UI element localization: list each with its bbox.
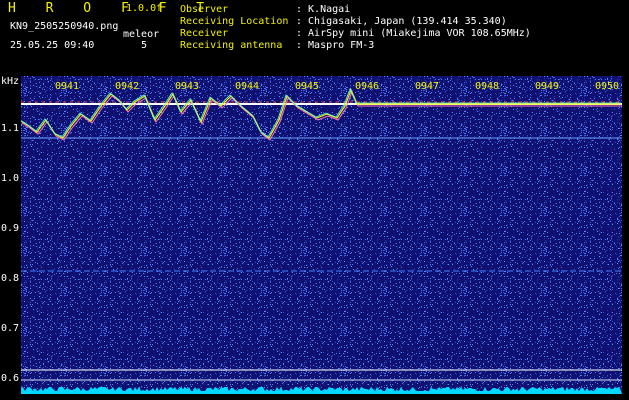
x-tick: 0942 xyxy=(115,81,140,92)
y-tick: 0.6 xyxy=(1,373,20,384)
y-tick: 0.8 xyxy=(1,273,20,284)
mode-value: 5 xyxy=(141,40,148,51)
info-value-receiver: : AirSpy mini (Miakejima VOR 108.65MHz) xyxy=(296,28,531,39)
noise-texture xyxy=(21,76,622,394)
filename: KN9_2505250940.png xyxy=(10,21,119,32)
info-label-location: Receiving Location xyxy=(180,16,289,27)
x-tick: 0945 xyxy=(295,81,320,92)
x-tick: 0943 xyxy=(175,81,200,92)
version-label: 1.0.0f xyxy=(126,3,163,14)
y-axis: kHz 1.1 1.0 0.9 0.8 0.7 0.6 xyxy=(0,76,21,400)
x-tick: 0949 xyxy=(535,81,560,92)
info-label-antenna: Receiving antenna xyxy=(180,40,283,51)
x-tick: 0944 xyxy=(235,81,260,92)
spectrogram-image xyxy=(21,76,622,394)
x-tick: 0950 xyxy=(595,81,620,92)
x-tick: 0947 xyxy=(415,81,440,92)
info-value-antenna: : Maspro FM-3 xyxy=(296,40,375,51)
x-tick: 0948 xyxy=(475,81,500,92)
info-value-observer: : K.Nagai xyxy=(296,4,351,15)
y-tick: 0.7 xyxy=(1,323,20,334)
info-label-observer: Observer xyxy=(180,4,229,15)
info-label-receiver: Receiver xyxy=(180,28,229,39)
y-tick: 1.0 xyxy=(1,173,20,184)
x-tick: 0941 xyxy=(55,81,80,92)
y-tick: 0.9 xyxy=(1,223,20,234)
y-unit-label: kHz xyxy=(1,76,20,87)
x-tick: 0946 xyxy=(355,81,380,92)
y-tick: 1.1 xyxy=(1,123,20,134)
datetime: 25.05.25 09:40 xyxy=(10,40,95,51)
spectrogram-panel xyxy=(21,76,622,394)
info-value-location: : Chigasaki, Japan (139.414 35.340) xyxy=(296,16,507,27)
